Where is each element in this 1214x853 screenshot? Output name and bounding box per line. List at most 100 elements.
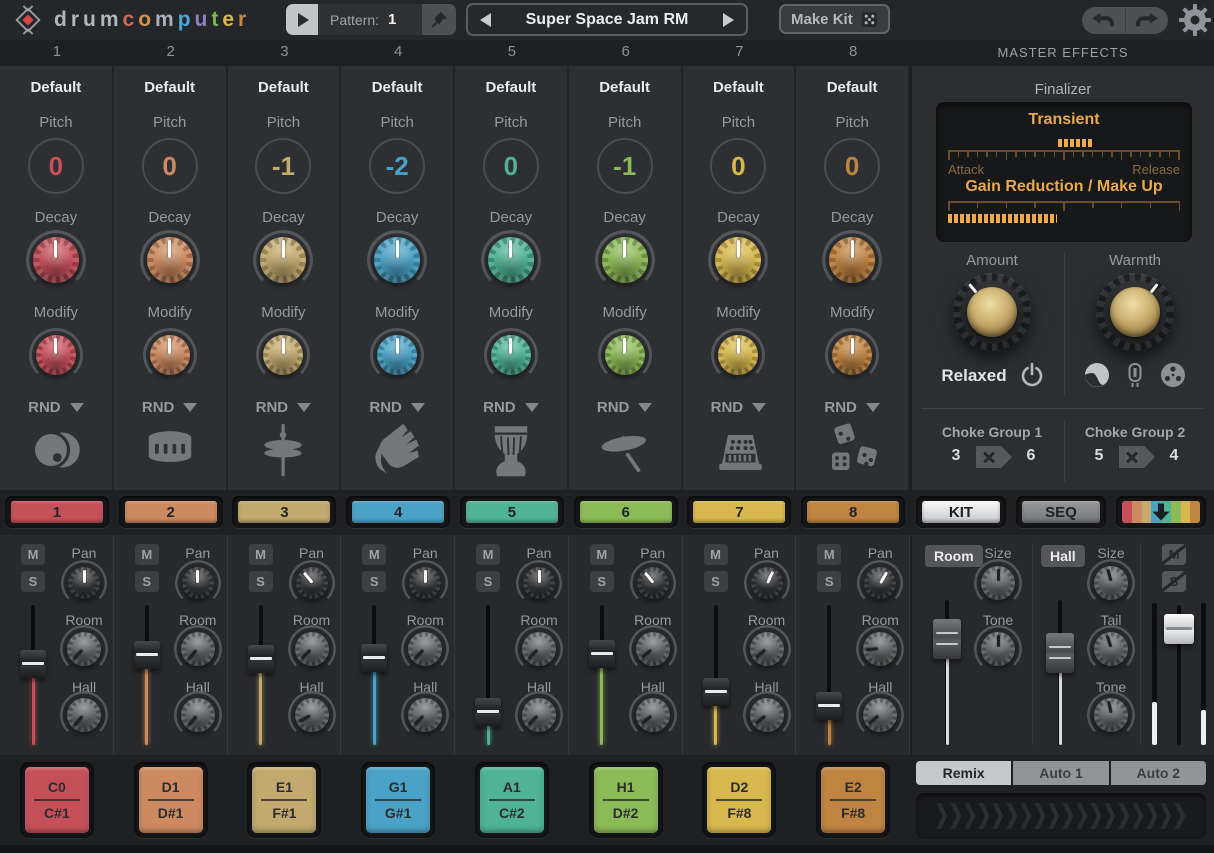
channel-volume-fader[interactable] (361, 605, 387, 745)
channel-volume-fader[interactable] (20, 605, 46, 745)
room-send-knob[interactable] (522, 632, 556, 666)
pan-knob[interactable] (182, 567, 214, 599)
room-send-knob[interactable] (408, 632, 442, 666)
previous-preset-button[interactable] (480, 13, 491, 27)
power-icon[interactable] (1018, 361, 1046, 389)
next-preset-button[interactable] (723, 13, 734, 27)
kit-view-button[interactable]: KIT (916, 496, 1006, 528)
fader-cap[interactable] (475, 698, 501, 726)
mute-button[interactable]: M (704, 544, 728, 565)
pan-knob[interactable] (409, 567, 441, 599)
randomize-control[interactable]: RND (114, 399, 226, 416)
randomize-control[interactable]: RND (228, 399, 340, 416)
modify-knob[interactable] (263, 335, 303, 375)
tube-icon[interactable] (1121, 361, 1149, 389)
fader-cap[interactable] (703, 678, 729, 706)
solo-button[interactable]: S (704, 571, 728, 592)
pitch-control[interactable]: 0 (824, 138, 880, 194)
channel-select-button[interactable]: 7 (687, 496, 791, 528)
solo-button[interactable]: S (135, 571, 159, 592)
fader-cap[interactable] (361, 644, 387, 672)
hall-reverb-badge[interactable]: Hall (1041, 545, 1085, 567)
hall-size-knob[interactable] (1094, 566, 1128, 600)
drum-pad[interactable]: C0 C#1 (20, 762, 94, 838)
hall-tone-knob[interactable] (1094, 698, 1128, 732)
remix-slider[interactable] (916, 793, 1206, 839)
room-size-knob[interactable] (981, 566, 1015, 600)
channel-select-button[interactable]: 2 (119, 496, 223, 528)
pitch-control[interactable]: -1 (255, 138, 311, 194)
choke-1-right-channel[interactable]: 6 (1027, 447, 1036, 465)
engine-preset-name[interactable]: Default (0, 79, 112, 96)
all-channels-collapse-button[interactable] (1116, 496, 1206, 528)
modify-knob[interactable] (605, 335, 645, 375)
room-send-knob[interactable] (67, 632, 101, 666)
decay-knob[interactable] (33, 237, 79, 283)
fader-cap[interactable] (20, 650, 46, 678)
room-send-knob[interactable] (636, 632, 670, 666)
hall-send-knob[interactable] (750, 698, 784, 732)
randomize-control[interactable]: RND (455, 399, 567, 416)
channel-volume-fader[interactable] (475, 605, 501, 745)
hall-return-fader[interactable] (1046, 600, 1074, 745)
fader-cap[interactable] (1046, 633, 1074, 673)
channel-volume-fader[interactable] (816, 605, 842, 745)
drum-pad[interactable]: E2 F#8 (816, 762, 890, 838)
mute-button[interactable]: M (476, 544, 500, 565)
master-mute-button[interactable]: M (1162, 544, 1186, 565)
pin-button[interactable] (422, 4, 456, 35)
channel-select-button[interactable]: 8 (801, 496, 905, 528)
drum-pad[interactable]: G1 G#1 (361, 762, 435, 838)
fader-cap[interactable] (589, 640, 615, 668)
mute-button[interactable]: M (21, 544, 45, 565)
engine-preset-name[interactable]: Default (796, 79, 908, 96)
fader-cap[interactable] (1164, 614, 1194, 644)
pan-knob[interactable] (751, 567, 783, 599)
compressor-curve-icon[interactable] (1083, 361, 1111, 389)
pitch-control[interactable]: -2 (369, 138, 425, 194)
channel-select-button[interactable]: 5 (460, 496, 564, 528)
solo-button[interactable]: S (21, 571, 45, 592)
solo-button[interactable]: S (817, 571, 841, 592)
engine-preset-name[interactable]: Default (114, 79, 226, 96)
choke-x-icon[interactable] (1119, 446, 1155, 468)
modify-knob[interactable] (377, 335, 417, 375)
pan-knob[interactable] (637, 567, 669, 599)
room-tone-knob[interactable] (981, 632, 1015, 666)
fader-cap[interactable] (134, 641, 160, 669)
solo-button[interactable]: S (476, 571, 500, 592)
pan-knob[interactable] (864, 567, 896, 599)
automation-tab-auto-1[interactable]: Auto 1 (1013, 761, 1108, 785)
fader-cap[interactable] (248, 645, 274, 673)
randomize-control[interactable]: RND (683, 399, 795, 416)
tape-reel-icon[interactable] (1159, 361, 1187, 389)
modify-knob[interactable] (150, 335, 190, 375)
mute-button[interactable]: M (135, 544, 159, 565)
make-kit-button[interactable]: Make Kit (779, 4, 890, 34)
ride-cymbal-icon[interactable] (595, 420, 655, 480)
choke-x-icon[interactable] (976, 446, 1012, 468)
mute-button[interactable]: M (817, 544, 841, 565)
hall-send-knob[interactable] (408, 698, 442, 732)
clap-icon[interactable] (367, 420, 427, 480)
warmth-knob[interactable] (1096, 273, 1174, 351)
mute-button[interactable]: M (249, 544, 273, 565)
djembe-icon[interactable] (481, 420, 541, 480)
pitch-control[interactable]: 0 (710, 138, 766, 194)
decay-knob[interactable] (488, 237, 534, 283)
master-solo-button[interactable]: S (1162, 571, 1186, 592)
hall-send-knob[interactable] (863, 698, 897, 732)
drum-pad[interactable]: H1 D#2 (589, 762, 663, 838)
pattern-number[interactable]: 1 (388, 11, 422, 28)
decay-knob[interactable] (374, 237, 420, 283)
redo-button[interactable] (1125, 7, 1169, 34)
decay-knob[interactable] (715, 237, 761, 283)
room-send-knob[interactable] (863, 632, 897, 666)
solo-button[interactable]: S (249, 571, 273, 592)
fader-cap[interactable] (816, 692, 842, 720)
automation-tab-auto-2[interactable]: Auto 2 (1111, 761, 1206, 785)
drum-pad[interactable]: D1 D#1 (134, 762, 208, 838)
pan-knob[interactable] (523, 567, 555, 599)
play-button[interactable] (286, 4, 318, 35)
modify-knob[interactable] (718, 335, 758, 375)
